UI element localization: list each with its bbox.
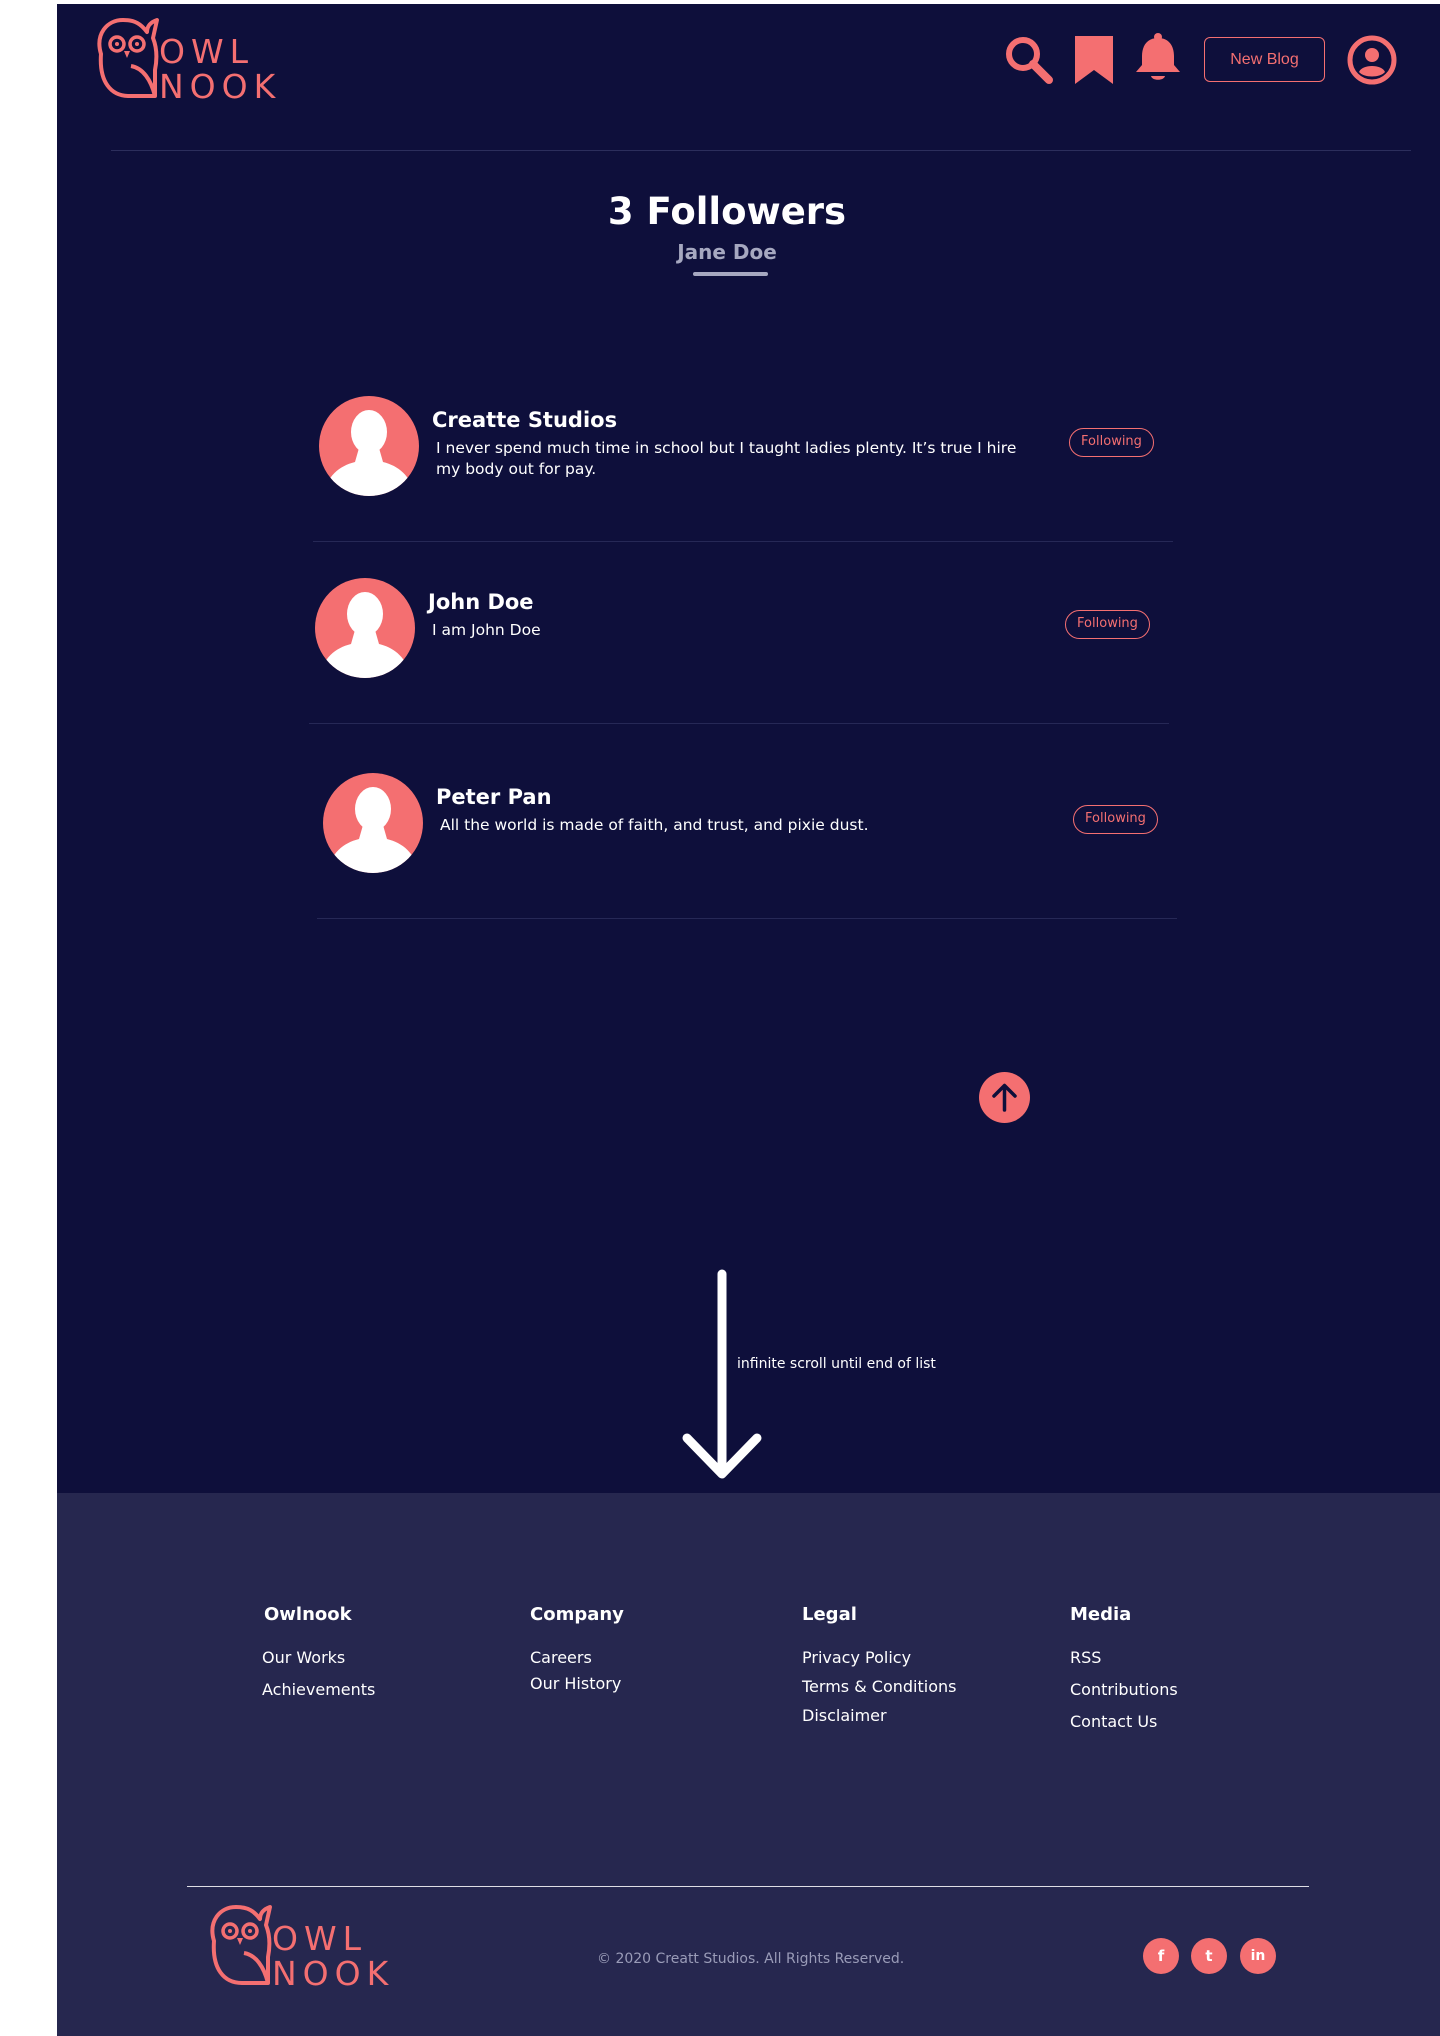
linkedin-icon[interactable]: in bbox=[1240, 1938, 1276, 1974]
footer-heading-legal: Legal bbox=[802, 1604, 857, 1625]
person-silhouette-icon bbox=[327, 787, 419, 873]
footer-link[interactable]: Privacy Policy bbox=[802, 1648, 911, 1667]
title-underline bbox=[693, 272, 768, 276]
search-icon[interactable] bbox=[1003, 34, 1055, 86]
follower-name[interactable]: Peter Pan bbox=[436, 785, 552, 809]
facebook-icon[interactable]: f bbox=[1143, 1938, 1179, 1974]
footer-heading-owlnook: Owlnook bbox=[264, 1604, 352, 1625]
page-title: 3 Followers bbox=[607, 190, 847, 233]
new-blog-button[interactable]: New Blog bbox=[1204, 37, 1325, 82]
follower-bio-line: my body out for pay. bbox=[436, 460, 597, 478]
footer-link[interactable]: Disclaimer bbox=[802, 1706, 887, 1725]
logo-text-top: OWL bbox=[272, 1919, 367, 1958]
row-divider bbox=[317, 918, 1177, 919]
follower-row[interactable]: Creatte Studios I never spend much time … bbox=[313, 360, 1173, 542]
footer-divider bbox=[187, 1886, 1309, 1887]
header-divider bbox=[111, 150, 1411, 151]
footer: Owlnook Our Works Achievements Company C… bbox=[57, 1493, 1440, 2036]
follower-bio: I never spend much time in school but I … bbox=[436, 438, 1036, 480]
footer-logo[interactable]: OWL NOOK bbox=[204, 1901, 394, 1990]
header-logo[interactable]: OWL NOOK bbox=[91, 14, 281, 103]
avatar[interactable] bbox=[323, 773, 423, 873]
footer-link[interactable]: Contributions bbox=[1070, 1680, 1178, 1699]
page: OWL NOOK New Blog 3 Followers Jane Doe C… bbox=[57, 4, 1440, 2036]
following-button[interactable]: Following bbox=[1073, 805, 1158, 834]
follower-bio-line: I never spend much time in school but I … bbox=[436, 439, 1017, 457]
copyright-text: © 2020 Creatt Studios. All Rights Reserv… bbox=[597, 1951, 905, 1967]
arrow-up-icon bbox=[992, 1083, 1017, 1112]
avatar[interactable] bbox=[315, 578, 415, 678]
avatar[interactable] bbox=[319, 396, 419, 496]
footer-link[interactable]: Careers bbox=[530, 1648, 592, 1667]
footer-link[interactable]: Terms & Conditions bbox=[802, 1677, 956, 1696]
following-button[interactable]: Following bbox=[1065, 610, 1150, 639]
person-silhouette-icon bbox=[323, 410, 415, 496]
row-divider bbox=[309, 723, 1169, 724]
infinite-scroll-note: infinite scroll until end of list bbox=[737, 1356, 936, 1372]
follower-row[interactable]: John Doe I am John Doe Following bbox=[309, 542, 1169, 724]
footer-heading-media: Media bbox=[1070, 1604, 1132, 1625]
logo-text-bottom: NOOK bbox=[159, 67, 282, 106]
following-button[interactable]: Following bbox=[1069, 428, 1154, 457]
twitter-icon[interactable]: t bbox=[1191, 1938, 1227, 1974]
bell-icon[interactable] bbox=[1133, 32, 1183, 84]
follower-name[interactable]: Creatte Studios bbox=[432, 408, 617, 432]
footer-link[interactable]: Our History bbox=[530, 1674, 621, 1693]
follower-bio: All the world is made of faith, and trus… bbox=[440, 815, 1040, 836]
follower-bio: I am John Doe bbox=[432, 620, 1032, 641]
bookmark-icon[interactable] bbox=[1073, 34, 1115, 86]
follower-row[interactable]: Peter Pan All the world is made of faith… bbox=[317, 737, 1177, 919]
footer-link[interactable]: Achievements bbox=[262, 1680, 375, 1699]
logo-text-bottom: NOOK bbox=[272, 1954, 395, 1993]
follower-bio-line: I am John Doe bbox=[432, 621, 541, 639]
person-silhouette-icon bbox=[319, 592, 411, 678]
arrow-down-icon bbox=[682, 1269, 762, 1479]
footer-link[interactable]: Contact Us bbox=[1070, 1712, 1157, 1731]
footer-link[interactable]: RSS bbox=[1070, 1648, 1101, 1667]
follower-name[interactable]: John Doe bbox=[428, 590, 534, 614]
user-icon[interactable] bbox=[1346, 34, 1398, 86]
page-subtitle[interactable]: Jane Doe bbox=[57, 240, 1397, 264]
footer-link[interactable]: Our Works bbox=[262, 1648, 345, 1667]
logo-text-top: OWL bbox=[159, 32, 254, 71]
scroll-to-top-button[interactable] bbox=[979, 1072, 1030, 1123]
follower-bio-line: All the world is made of faith, and trus… bbox=[440, 816, 869, 834]
footer-heading-company: Company bbox=[530, 1604, 624, 1625]
